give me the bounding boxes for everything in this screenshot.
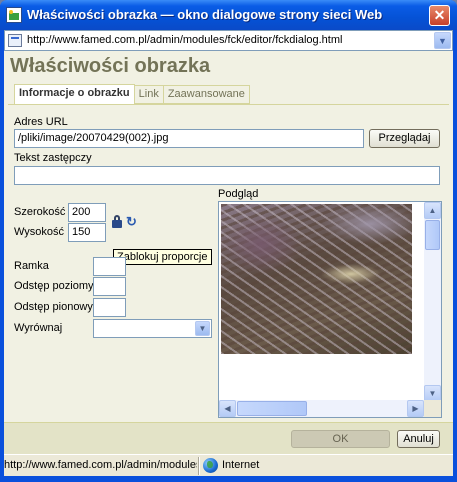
width-input[interactable]: 200: [68, 203, 106, 222]
preview-pane[interactable]: ▲ ▼ ◀ ▶: [218, 201, 442, 418]
dialog-footer: OK Anuluj: [4, 422, 453, 454]
reset-size-icon[interactable]: ↻: [126, 215, 139, 228]
tab-advanced[interactable]: Zaawansowane: [162, 85, 250, 104]
url-label: Adres URL: [14, 116, 68, 128]
dialog-title: Właściwości obrazka: [10, 55, 211, 77]
url-input[interactable]: /pliki/image/20070429(002).jpg: [14, 129, 364, 148]
border-input[interactable]: [93, 257, 126, 276]
window-icon: [6, 7, 22, 23]
preview-label: Podgląd: [218, 188, 259, 200]
scrollbar-corner: [424, 400, 441, 417]
scroll-right-icon[interactable]: ▶: [407, 400, 424, 417]
width-label: Szerokość: [14, 206, 66, 218]
lock-icon[interactable]: [112, 215, 122, 228]
window-title: Właściwości obrazka — okno dialogowe str…: [27, 7, 383, 22]
globe-icon: [203, 458, 218, 473]
height-input[interactable]: 150: [68, 223, 106, 242]
vspace-label: Odstęp pionowy: [14, 301, 93, 313]
lock-ratio-tooltip: Zablokuj proporcje: [113, 249, 212, 265]
tab-strip: Informacje o obrazku Link Zaawansowane: [14, 84, 250, 104]
scroll-left-icon[interactable]: ◀: [219, 400, 236, 417]
status-bar: http://www.famed.com.pl/admin/modules/fc…: [4, 454, 453, 476]
browse-button[interactable]: Przeglądaj: [369, 129, 440, 148]
status-url: http://www.famed.com.pl/admin/modules/fc…: [4, 459, 197, 471]
address-dropdown-button[interactable]: ▼: [434, 32, 451, 49]
window-bottom-border: [0, 476, 457, 482]
preview-vertical-scrollbar[interactable]: ▲ ▼: [424, 202, 441, 402]
dialog-content: Właściwości obrazka Informacje o obrazku…: [4, 51, 453, 454]
dialog-window: Właściwości obrazka — okno dialogowe str…: [0, 0, 457, 482]
address-url[interactable]: http://www.famed.com.pl/admin/modules/fc…: [27, 34, 342, 46]
vspace-input[interactable]: [93, 298, 126, 317]
hspace-label: Odstęp poziomy: [14, 280, 94, 292]
border-label: Ramka: [14, 260, 49, 272]
vertical-scroll-thumb[interactable]: [425, 220, 440, 250]
preview-image: [221, 204, 412, 354]
tab-link[interactable]: Link: [133, 85, 164, 104]
align-select[interactable]: ▼: [93, 319, 212, 338]
close-button[interactable]: ✕: [429, 5, 450, 26]
security-zone: Internet: [222, 459, 260, 471]
title-bar[interactable]: Właściwości obrazka — okno dialogowe str…: [0, 0, 457, 30]
tab-image-info[interactable]: Informacje o obrazku: [14, 84, 135, 104]
cancel-button[interactable]: Anuluj: [397, 430, 440, 448]
address-bar[interactable]: http://www.famed.com.pl/admin/modules/fc…: [4, 30, 453, 51]
align-label: Wyrównaj: [14, 322, 63, 334]
scroll-up-icon[interactable]: ▲: [424, 202, 441, 219]
alt-text-input[interactable]: [14, 166, 440, 185]
alt-text-label: Tekst zastępczy: [14, 152, 92, 164]
preview-horizontal-scrollbar[interactable]: ◀ ▶: [219, 400, 424, 417]
height-label: Wysokość: [14, 226, 65, 238]
page-icon: [8, 34, 22, 47]
horizontal-scroll-thumb[interactable]: [237, 401, 307, 416]
ok-button[interactable]: OK: [291, 430, 390, 448]
hspace-input[interactable]: [93, 277, 126, 296]
status-divider: [198, 457, 200, 475]
chevron-down-icon[interactable]: ▼: [195, 321, 210, 336]
tab-panel: Adres URL /pliki/image/20070429(002).jpg…: [8, 104, 449, 421]
